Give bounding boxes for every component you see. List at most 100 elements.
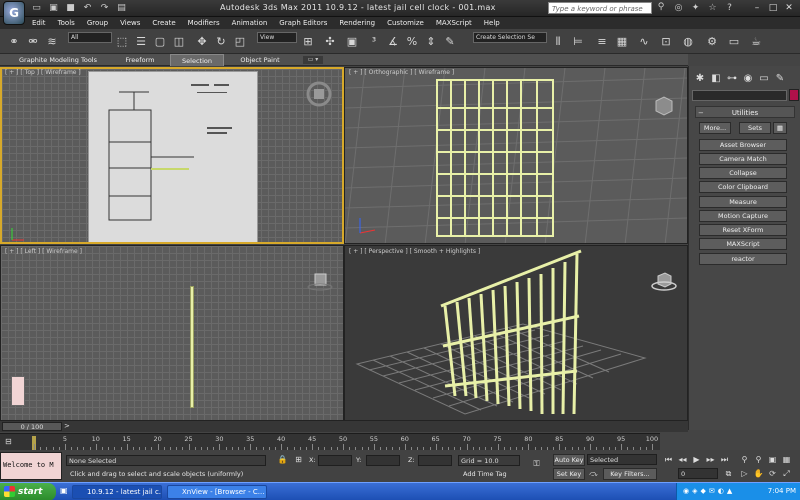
- menu-customize[interactable]: Customize: [387, 19, 424, 27]
- utility-camera-match[interactable]: Camera Match: [699, 153, 787, 165]
- viewcube-icon[interactable]: [651, 92, 677, 118]
- menu-maxscript[interactable]: MAXScript: [436, 19, 472, 27]
- zoom-extents-icon[interactable]: ▣: [766, 454, 779, 466]
- tab-selection[interactable]: Selection: [170, 54, 224, 66]
- help-icon[interactable]: ?: [723, 2, 736, 14]
- next-frame-icon[interactable]: ▸▸: [704, 454, 717, 466]
- render-production-icon[interactable]: ☕: [748, 34, 764, 50]
- utility-motion-capture[interactable]: Motion Capture: [699, 210, 787, 222]
- project-folder-icon[interactable]: ▤: [115, 2, 128, 14]
- select-by-name-icon[interactable]: ☰: [133, 34, 149, 50]
- keyboard-shortcut-toggle-icon[interactable]: ▣: [344, 34, 360, 50]
- viewcube-icon[interactable]: [651, 268, 677, 294]
- tab-graphite-modeling-tools[interactable]: Graphite Modeling Tools: [10, 54, 106, 66]
- tab-object-paint[interactable]: Object Paint: [230, 54, 290, 66]
- set-key-button[interactable]: Set Key: [553, 468, 585, 480]
- snaps-toggle-icon[interactable]: ³: [366, 34, 382, 50]
- undo-icon[interactable]: ↶: [81, 2, 94, 14]
- spinner-snap-icon[interactable]: ⇕: [423, 34, 439, 50]
- viewport-label-left[interactable]: [ + ] [ Left ] [ Wireframe ]: [5, 248, 82, 255]
- render-setup-icon[interactable]: ⚙: [704, 34, 720, 50]
- sets-button[interactable]: Sets: [739, 122, 771, 134]
- x-coordinate-field[interactable]: [318, 455, 352, 466]
- search-icon[interactable]: ⚲: [654, 2, 668, 14]
- utilities-tab-icon[interactable]: ✎: [773, 72, 787, 86]
- close-icon[interactable]: ✕: [782, 2, 796, 14]
- curve-editor-icon[interactable]: ∿: [636, 34, 652, 50]
- object-name-field[interactable]: [692, 90, 787, 101]
- configure-sets-icon[interactable]: ▦: [773, 122, 787, 134]
- previous-frame-icon[interactable]: ◂◂: [676, 454, 689, 466]
- utilities-rollout-header[interactable]: − Utilities: [695, 106, 795, 118]
- modify-tab-icon[interactable]: ◧: [709, 72, 723, 86]
- set-key-mode-icon[interactable]: ⤼: [587, 468, 600, 480]
- zoom-icon[interactable]: ⚲: [738, 454, 751, 466]
- move-icon[interactable]: ✥: [194, 34, 210, 50]
- time-configuration-icon[interactable]: ⧉: [722, 468, 735, 480]
- lock-selection-icon[interactable]: 🔒: [276, 454, 289, 466]
- viewport-perspective[interactable]: [344, 245, 688, 421]
- save-icon[interactable]: ■: [64, 2, 77, 14]
- zoom-extents-all-icon[interactable]: ▦: [780, 454, 793, 466]
- minimize-icon[interactable]: –: [750, 2, 764, 14]
- rendered-frame-window-icon[interactable]: ▭: [726, 34, 742, 50]
- field-of-view-icon[interactable]: ▷: [738, 468, 751, 480]
- tab-freeform[interactable]: Freeform: [112, 54, 168, 66]
- motion-tab-icon[interactable]: ◉: [741, 72, 755, 86]
- orbit-icon[interactable]: ⟳: [766, 468, 779, 480]
- absolute-mode-icon[interactable]: ⊞: [292, 454, 305, 466]
- maximize-icon[interactable]: □: [766, 2, 780, 14]
- communication-icon[interactable]: ✦: [689, 2, 702, 14]
- schematic-view-icon[interactable]: ⊡: [658, 34, 674, 50]
- viewport-label-top[interactable]: [ + ] [ Top ] [ Wireframe ]: [5, 69, 81, 76]
- next-frame-arrow-icon[interactable]: >: [64, 422, 78, 431]
- ribbon-minimize-toggle[interactable]: ▭ ▾: [303, 56, 323, 64]
- viewport-label-orthographic[interactable]: [ + ] [ Orthographic ] [ Wireframe ]: [349, 69, 454, 76]
- mirror-icon[interactable]: ⫴: [550, 34, 566, 50]
- current-frame-field[interactable]: 0: [678, 468, 718, 479]
- mini-curve-editor-icon[interactable]: ⊟: [5, 437, 19, 447]
- select-object-icon[interactable]: ⬚: [114, 34, 130, 50]
- pan-icon[interactable]: ✋: [752, 468, 765, 480]
- track-bar[interactable]: ⊟ 5 10 15 20 25 30 35 40 45 50 55 60 65 70 75 80 85 90 95 1…: [0, 433, 660, 450]
- viewport-orthographic[interactable]: [344, 67, 688, 244]
- unlink-icon[interactable]: ⚮: [25, 34, 41, 50]
- taskbar-item-3dsmax[interactable]: 10.9.12 - latest jail c...: [72, 485, 162, 499]
- percent-snap-icon[interactable]: %: [404, 34, 420, 50]
- new-file-icon[interactable]: ▭: [30, 2, 43, 14]
- menu-modifiers[interactable]: Modifiers: [188, 19, 220, 27]
- search-input[interactable]: Type a keyword or phrase: [548, 2, 652, 14]
- utility-maxscript[interactable]: MAXScript: [699, 238, 787, 250]
- menu-edit[interactable]: Edit: [32, 19, 46, 27]
- select-and-manipulate-icon[interactable]: ✣: [322, 34, 338, 50]
- create-tab-icon[interactable]: ✱: [693, 72, 707, 86]
- play-icon[interactable]: ▶: [690, 454, 703, 466]
- pivot-center-icon[interactable]: ⊞: [300, 34, 316, 50]
- rotate-icon[interactable]: ↻: [213, 34, 229, 50]
- go-to-start-icon[interactable]: ⏮: [662, 454, 675, 466]
- viewport-left[interactable]: [0, 245, 344, 421]
- angle-snap-icon[interactable]: ∡: [385, 34, 401, 50]
- material-editor-icon[interactable]: ◍: [680, 34, 696, 50]
- subscription-icon[interactable]: ◎: [672, 2, 685, 14]
- bind-space-warp-icon[interactable]: ≋: [44, 34, 60, 50]
- graphite-toggle-icon[interactable]: ▦: [614, 34, 630, 50]
- menu-help[interactable]: Help: [484, 19, 500, 27]
- layer-manager-icon[interactable]: ≡: [594, 34, 610, 50]
- key-mode-dropdown[interactable]: Selected: [587, 454, 657, 465]
- maximize-viewport-icon[interactable]: ⤢: [780, 468, 793, 480]
- tray-icons[interactable]: ◉◈◆✉◐▲: [683, 487, 735, 495]
- key-filters-button[interactable]: Key Filters...: [603, 468, 657, 480]
- object-color-swatch[interactable]: [789, 89, 799, 101]
- menu-create[interactable]: Create: [152, 19, 175, 27]
- taskbar-item-xnview[interactable]: XnView - [Browser - C...: [167, 485, 267, 499]
- menu-views[interactable]: Views: [120, 19, 140, 27]
- align-icon[interactable]: ⊨: [570, 34, 586, 50]
- hierarchy-tab-icon[interactable]: ⊶: [725, 72, 739, 86]
- time-slider[interactable]: 0 / 100 >: [0, 421, 688, 432]
- menu-tools[interactable]: Tools: [58, 19, 75, 27]
- zoom-all-icon[interactable]: ⚲: [752, 454, 765, 466]
- menu-group[interactable]: Group: [87, 19, 108, 27]
- application-menu-button[interactable]: G: [3, 1, 25, 25]
- utility-reactor[interactable]: reactor: [699, 253, 787, 265]
